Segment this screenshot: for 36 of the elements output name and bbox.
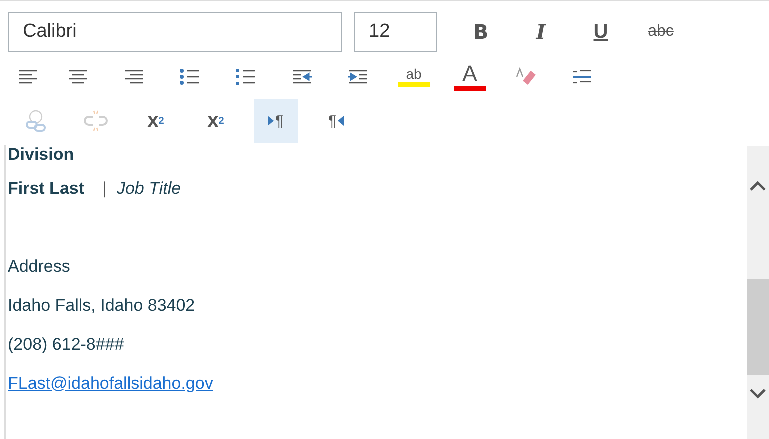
scroll-thumb[interactable] xyxy=(747,279,769,375)
broken-link-icon xyxy=(84,109,108,133)
division-text: Division xyxy=(8,145,74,165)
superscript-button[interactable]: x$^{2}$ xyxy=(134,99,178,143)
font-field[interactable]: Calibri xyxy=(8,12,342,52)
signature-text: Address xyxy=(8,256,70,276)
separator: | xyxy=(102,178,107,198)
bold-button[interactable]: B xyxy=(451,12,511,52)
strikethrough-button[interactable]: abc xyxy=(631,12,691,52)
email-link[interactable]: FLast@idahofallsidaho.gov xyxy=(8,374,214,394)
left-to-right-button[interactable]: ¶ xyxy=(254,99,298,143)
align-right-icon xyxy=(123,69,145,85)
line-spacing-icon xyxy=(571,68,593,86)
eraser-icon xyxy=(515,67,537,87)
bullet-list-icon xyxy=(179,68,201,86)
highlight-button[interactable]: ab xyxy=(388,57,440,97)
italic-button[interactable]: I xyxy=(511,12,571,52)
link-icon xyxy=(24,109,48,133)
scroll-up-icon[interactable] xyxy=(750,181,766,191)
outdent-icon xyxy=(291,69,313,85)
numbered-list-icon xyxy=(235,68,257,86)
align-left-icon xyxy=(17,69,39,85)
right-to-left-button[interactable]: ¶ xyxy=(314,99,358,143)
triangle-icon xyxy=(338,116,344,126)
align-center-icon xyxy=(67,69,89,85)
indent-icon xyxy=(347,69,369,85)
scrollbar[interactable] xyxy=(747,146,769,439)
size-field[interactable]: 12 xyxy=(354,12,437,52)
name-text: First Last xyxy=(8,178,85,198)
font-color-button[interactable]: A xyxy=(444,57,496,97)
signature-text: (208) 612-8### xyxy=(8,334,124,354)
triangle-icon xyxy=(268,116,274,126)
scroll-down-icon[interactable] xyxy=(750,389,766,399)
signature-text: Idaho Falls, Idaho 83402 xyxy=(8,296,196,316)
underline-button[interactable]: U xyxy=(571,12,631,52)
job-title-text: Job Title xyxy=(116,178,182,198)
